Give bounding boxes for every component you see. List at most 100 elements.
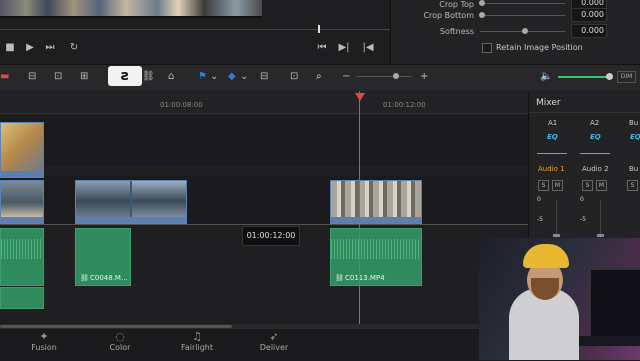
first-frame-button[interactable]: ⏮ xyxy=(316,42,328,54)
playhead-handle[interactable] xyxy=(355,93,365,101)
color-icon: ◌ xyxy=(115,330,125,343)
mixer-channel-bus: Bu xyxy=(629,119,639,127)
link-icon[interactable]: ⛓ xyxy=(142,70,155,84)
overwrite-clip-icon[interactable]: ⊟ xyxy=(28,70,36,84)
monitor-image xyxy=(589,268,640,342)
video-audio-divider xyxy=(0,224,528,225)
video-clip[interactable] xyxy=(75,180,187,224)
channel-fader-knob[interactable] xyxy=(597,234,604,237)
zoom-slider-knob[interactable] xyxy=(393,73,399,79)
page-tab-deliver[interactable]: ➶ Deliver xyxy=(244,330,304,352)
crop-bottom-slider[interactable] xyxy=(480,15,565,16)
channel-fader-knob[interactable] xyxy=(553,234,560,237)
video-clip[interactable] xyxy=(0,122,44,178)
viewer-scrubber-handle[interactable] xyxy=(318,25,320,33)
marker-icon[interactable]: ◆ xyxy=(228,70,236,84)
previous-clip-button[interactable]: |◀ xyxy=(362,42,374,54)
video-track-2 xyxy=(0,118,528,166)
mute-button[interactable]: M xyxy=(552,180,563,191)
flag-icon[interactable]: ⚑ xyxy=(198,70,207,84)
page-tab-color[interactable]: ◌ Color xyxy=(90,330,150,352)
volume-level-bar[interactable] xyxy=(558,76,608,78)
zoom-custom-icon[interactable]: ⌕ xyxy=(316,70,322,84)
zoom-in-icon[interactable]: + xyxy=(420,70,428,84)
volume-knob[interactable] xyxy=(606,73,613,80)
crop-top-slider-knob[interactable] xyxy=(479,0,485,6)
timeline-options-icon[interactable]: ▬ xyxy=(0,70,10,84)
timecode-tooltip: 01:00:12:00 xyxy=(242,226,300,246)
playhead-line[interactable] xyxy=(359,91,360,324)
pan-indicator[interactable] xyxy=(580,153,610,154)
page-tab-label: Fusion xyxy=(31,343,57,352)
crop-bottom-value[interactable]: 0.000 xyxy=(571,8,607,22)
zoom-slider-track[interactable] xyxy=(356,76,412,77)
mixer-title: Mixer xyxy=(536,98,561,108)
crop-top-label: Crop Top xyxy=(439,0,474,9)
zoom-full-icon[interactable]: ⊟ xyxy=(260,70,268,84)
viewer-filmstrip[interactable] xyxy=(0,0,262,18)
dim-button[interactable]: DIM xyxy=(617,71,636,83)
crop-bottom-slider-knob[interactable] xyxy=(479,12,485,18)
mixer-track-audio-1: Audio 1 xyxy=(538,165,565,173)
place-on-top-icon[interactable]: ⊞ xyxy=(80,70,88,84)
speaker-icon[interactable]: 🔈 xyxy=(540,70,552,84)
fast-forward-button[interactable]: ⏭ xyxy=(44,42,56,54)
solo-button[interactable]: S xyxy=(582,180,593,191)
loop-button[interactable]: ↻ xyxy=(68,42,80,54)
softness-label: Softness xyxy=(439,27,474,36)
marker-dropdown-chevron-icon[interactable]: ⌄ xyxy=(240,70,248,84)
stop-button[interactable]: ■ xyxy=(4,42,16,54)
pan-indicator[interactable] xyxy=(537,153,567,154)
softness-value[interactable]: 0.000 xyxy=(571,24,607,38)
zoom-out-icon[interactable]: − xyxy=(342,70,350,84)
retain-image-position-checkbox[interactable] xyxy=(482,43,492,53)
play-button[interactable]: ▶ xyxy=(24,42,36,54)
link-icon: ⛓ xyxy=(335,274,344,282)
presenter-cap xyxy=(523,244,569,268)
eq-button[interactable]: EQ xyxy=(547,133,558,141)
mute-button[interactable]: M xyxy=(596,180,607,191)
flag-dropdown-chevron-icon[interactable]: ⌄ xyxy=(210,70,218,84)
fader-scale-label: -5 xyxy=(580,216,586,223)
crop-top-slider[interactable] xyxy=(480,3,565,4)
timeline-ruler[interactable] xyxy=(0,91,528,114)
solo-button[interactable]: S xyxy=(627,180,638,191)
mixer-track-bus: Bu xyxy=(629,165,639,173)
deliver-icon: ➶ xyxy=(269,330,279,343)
keyboard-image xyxy=(572,336,640,346)
mixer-channel-a2: A2 xyxy=(590,119,600,127)
audio-clip[interactable] xyxy=(0,287,44,309)
snapping-icon[interactable]: ƨ xyxy=(108,66,142,86)
fairlight-icon: ♫ xyxy=(192,330,202,343)
viewer-scrubber-track[interactable] xyxy=(0,29,390,30)
page-tab-label: Color xyxy=(109,343,131,352)
zoom-detail-icon[interactable]: ⊡ xyxy=(290,70,298,84)
page-tab-fairlight[interactable]: ♫ Fairlight xyxy=(167,330,227,352)
audio-clip[interactable]: ⛓ C0113.MP4 xyxy=(330,228,422,286)
replace-clip-icon[interactable]: ⊡ xyxy=(54,70,62,84)
audio-clip[interactable] xyxy=(0,228,44,286)
retain-image-position-label: Retain Image Position xyxy=(496,43,583,52)
solo-button[interactable]: S xyxy=(538,180,549,191)
fader-scale-label: 0 xyxy=(580,196,584,203)
softness-slider-knob[interactable] xyxy=(522,28,528,34)
ruler-timecode: 01:00:08:00 xyxy=(160,101,203,109)
page-tab-label: Fairlight xyxy=(180,343,213,352)
fader-scale-label: -5 xyxy=(537,216,543,223)
page-tab-label: Deliver xyxy=(259,343,289,352)
page-tab-fusion[interactable]: ✦ Fusion xyxy=(14,330,74,352)
audio-clip-name: C0113.MP4 xyxy=(345,274,385,282)
fader-scale-label: 0 xyxy=(537,196,541,203)
next-clip-button[interactable]: ▶| xyxy=(338,42,350,54)
audio-clip-name: C0048.M... xyxy=(90,274,128,282)
ruler-timecode: 01:00:12:00 xyxy=(383,101,426,109)
position-lock-icon[interactable]: ⌂ xyxy=(168,70,174,84)
eq-button[interactable]: EQ xyxy=(590,133,601,141)
eq-button[interactable]: EQ xyxy=(630,133,640,141)
crop-bottom-label: Crop Bottom xyxy=(423,11,474,20)
audio-clip[interactable]: ⛓ C0048.M... xyxy=(75,228,131,286)
video-clip[interactable] xyxy=(330,180,422,224)
mixer-track-audio-2: Audio 2 xyxy=(582,165,609,173)
video-clip[interactable] xyxy=(0,180,44,224)
mixer-channel-a1: A1 xyxy=(548,119,558,127)
